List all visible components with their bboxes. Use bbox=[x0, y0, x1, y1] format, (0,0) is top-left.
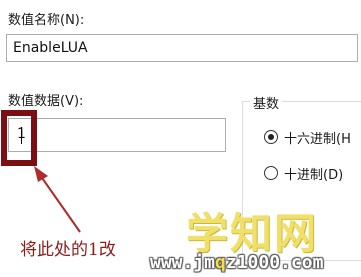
radio-button-hex[interactable] bbox=[264, 130, 278, 144]
base-label: 基数 bbox=[250, 93, 283, 112]
text-cursor bbox=[21, 127, 22, 144]
value-name-text: EnableLUA bbox=[13, 40, 88, 56]
annotation-text: 将此处的1改 bbox=[20, 240, 116, 260]
value-name-label: 数值名称(N): bbox=[8, 13, 85, 28]
highlight-box bbox=[1, 110, 37, 166]
value-data-label: 数值数据(V): bbox=[8, 94, 84, 109]
value-name-field[interactable]: EnableLUA bbox=[6, 34, 358, 62]
watermark-url-prefix: www.jm bbox=[150, 252, 216, 273]
watermark-url-q: q bbox=[215, 252, 226, 273]
radio-dec-label: 十进制(D) bbox=[284, 168, 344, 183]
watermark-url-suffix: z1000.com bbox=[225, 252, 324, 273]
radio-button-dec[interactable] bbox=[264, 166, 278, 180]
watermark-url: www.jmqz1000.com bbox=[150, 252, 323, 273]
radio-selected-dot bbox=[268, 134, 274, 140]
radio-hex-label: 十六进制(H bbox=[284, 132, 351, 147]
value-data-field[interactable]: 1 bbox=[8, 118, 226, 152]
